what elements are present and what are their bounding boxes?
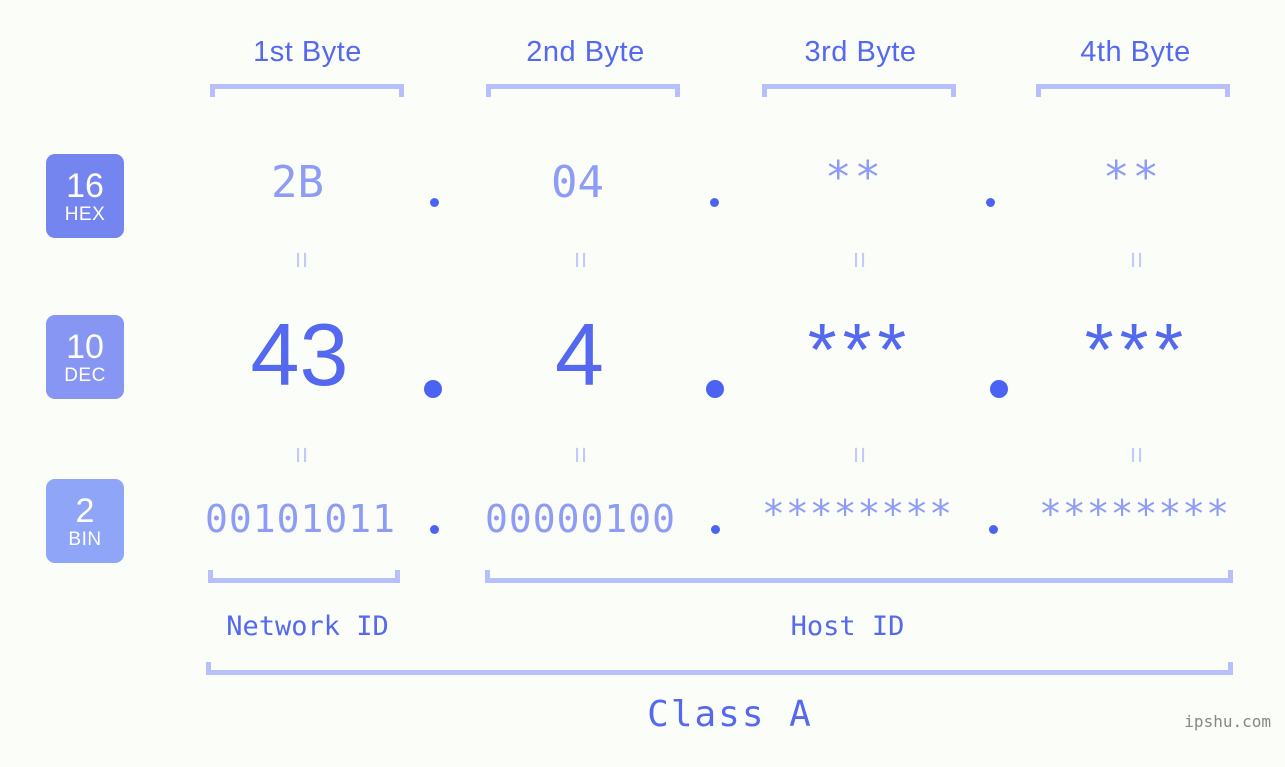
class-bracket [206, 662, 1233, 675]
hex-byte-3: ** [825, 152, 884, 203]
bin-byte-4: ******** [1038, 492, 1231, 536]
hex-separator-3 [986, 198, 995, 207]
base-badge-bin-number: 2 [75, 491, 95, 530]
bin-separator-3 [989, 525, 998, 534]
equals-symbol-hex-dec-4: = [1120, 251, 1152, 269]
byte-bracket-1 [210, 84, 404, 97]
ip-byte-diagram: 1st Byte 2nd Byte 3rd Byte 4th Byte 16 H… [0, 0, 1285, 767]
byte-header-label-1: 1st Byte [253, 36, 362, 68]
hex-byte-2: 04 [551, 157, 604, 208]
bin-separator-1 [430, 525, 439, 534]
equals-symbol-dec-bin-1: = [285, 446, 317, 464]
dec-byte-1: 43 [250, 305, 349, 404]
byte-bracket-4 [1036, 84, 1230, 97]
byte-header-label-3: 3rd Byte [804, 36, 917, 68]
base-badge-dec-number: 10 [66, 327, 104, 366]
hex-byte-4: ** [1103, 152, 1162, 203]
site-watermark: ipshu.com [1184, 712, 1271, 731]
byte-bracket-2 [486, 84, 680, 97]
byte-header-label-2: 2nd Byte [526, 36, 645, 68]
base-badge-bin-name: BIN [68, 528, 102, 550]
byte-header-label-4: 4th Byte [1080, 36, 1191, 68]
hex-separator-1 [430, 198, 439, 207]
equals-symbol-hex-dec-3: = [843, 251, 875, 269]
network-id-bracket [208, 570, 400, 583]
dec-byte-4: *** [1084, 308, 1190, 391]
bin-byte-2: 00000100 [484, 497, 677, 541]
base-badge-dec[interactable]: 10 DEC [46, 315, 124, 399]
bin-separator-2 [711, 525, 720, 534]
byte-bracket-3 [762, 84, 956, 97]
equals-symbol-dec-bin-3: = [843, 446, 875, 464]
dec-byte-2: 4 [555, 305, 604, 404]
equals-symbol-dec-bin-4: = [1120, 446, 1152, 464]
base-badge-bin[interactable]: 2 BIN [46, 479, 124, 563]
base-badge-dec-name: DEC [64, 364, 106, 386]
base-badge-hex-name: HEX [64, 203, 106, 225]
base-badge-hex-number: 16 [66, 166, 104, 205]
dec-separator-3 [990, 380, 1008, 398]
dec-separator-1 [424, 380, 442, 398]
base-badge-hex[interactable]: 16 HEX [46, 154, 124, 238]
dec-separator-2 [706, 380, 724, 398]
host-id-bracket [485, 570, 1233, 583]
equals-symbol-dec-bin-2: = [564, 446, 596, 464]
equals-symbol-hex-dec-1: = [285, 251, 317, 269]
hex-separator-2 [710, 198, 719, 207]
dec-byte-3: *** [807, 308, 913, 391]
equals-symbol-hex-dec-2: = [564, 251, 596, 269]
bin-byte-1: 00101011 [204, 497, 397, 541]
host-id-label: Host ID [790, 611, 905, 642]
network-id-label: Network ID [226, 611, 389, 642]
class-label: Class A [647, 694, 813, 735]
hex-byte-1: 2B [271, 157, 324, 208]
bin-byte-3: ******** [761, 492, 954, 536]
